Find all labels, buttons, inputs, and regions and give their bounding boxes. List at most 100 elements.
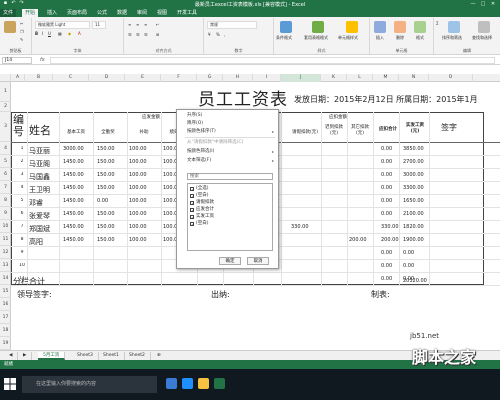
row-header[interactable]: 14 [0,272,11,285]
border-icon[interactable]: ▦ [58,31,62,36]
checkbox-icon[interactable]: ✓ [190,215,194,220]
row-header[interactable]: 5 [0,155,11,168]
tab-home[interactable]: 开始 [22,9,39,17]
edge-browser-icon[interactable] [182,378,193,389]
maximize-button[interactable]: □ [478,0,488,8]
cell-name[interactable]: 马亚丽 [29,146,59,156]
align-bottom-icon[interactable]: ≡ [144,22,147,27]
column-header[interactable]: I [253,74,281,82]
cell-name[interactable]: 高阳 [29,237,59,247]
cell-subsidy[interactable]: 100.00 [129,185,147,191]
filter-ok-button[interactable]: 确定 [219,257,241,265]
tab-review[interactable]: 审阅 [134,9,150,17]
paste-icon[interactable] [4,21,16,33]
format-cells-icon[interactable] [414,21,426,33]
cell-leave-deduct[interactable]: 330.00 [291,224,309,230]
menu-sort-desc[interactable]: 降序(O) [187,120,203,127]
task-view-icon[interactable] [166,378,177,389]
select-all-corner[interactable] [0,74,11,82]
cell-no[interactable]: 8 [17,237,27,242]
row-header[interactable]: 17 [0,311,11,324]
autofilter-dropdown[interactable]: 升序(S) 降序(O) 按颜色排序(T) ▸ 从“请假扣款”中清除筛选(C) 按… [176,109,279,269]
cell-subsidy[interactable]: 100.00 [129,211,147,217]
cell-deduct-total[interactable]: 0.00 [381,276,392,282]
column-header[interactable]: A [11,74,25,82]
cell-no[interactable]: 10 [17,263,27,268]
cell-actual-pay[interactable]: 3000.00 [403,172,424,178]
align-top-icon[interactable]: ≡ [128,22,131,27]
font-name-select[interactable]: 微软雅黑 Light [35,21,90,29]
cell-no[interactable]: 5 [17,198,27,203]
cell-bonus[interactable]: 150.00 [97,172,115,178]
filter-option[interactable]: ✓ 请假扣款 [190,200,214,206]
cell-no[interactable]: 9 [17,250,27,255]
cell-bonus[interactable]: 150.00 [97,146,115,152]
bold-icon[interactable]: B [35,31,38,36]
conditional-format-button[interactable]: 条件格式 [276,35,292,41]
cell-actual-pay[interactable]: 1650.00 [403,198,424,204]
cell-style-button[interactable]: 单元格样式 [338,35,358,41]
menu-text-filter[interactable]: 文本筛选(F) [187,157,211,164]
column-header[interactable]: D [89,74,125,82]
cell-deduct-total[interactable]: 0.00 [381,159,392,165]
cell-base-pay[interactable]: 1450.00 [63,159,84,165]
cell-subsidy[interactable]: 100.00 [129,224,147,230]
cell-actual-pay[interactable]: 3850.00 [403,146,424,152]
menu-clear-filter[interactable]: 从“请假扣款”中清除筛选(C) [187,139,243,146]
column-header[interactable]: L [347,74,373,82]
column-header[interactable]: C [53,74,89,82]
column-header[interactable]: G [197,74,223,82]
cell-actual-pay[interactable]: 1900.00 [403,237,424,243]
align-left-icon[interactable]: ☰ [128,32,132,37]
cell-no[interactable]: 1 [17,146,27,151]
cell-actual-pay[interactable]: 2700.00 [403,159,424,165]
sheet-tab-active[interactable]: 5月工资 [38,352,66,360]
align-right-icon[interactable]: ☰ [144,32,148,37]
copy-icon[interactable]: ❐ [20,29,24,34]
menu-sort-color[interactable]: 按颜色排序(T) [187,128,216,135]
add-sheet-icon[interactable]: ⊕ [152,352,166,360]
tab-developer[interactable]: 开发工具 [174,9,200,17]
delete-button[interactable]: 删除 [396,35,404,41]
cell-base-pay[interactable]: 3000.00 [63,146,84,152]
cell-deduct-total[interactable]: 0.00 [381,185,392,191]
font-color-icon[interactable]: A [78,31,81,36]
cell-deduct-total[interactable]: 0.00 [381,198,392,204]
italic-icon[interactable]: I [42,31,43,36]
column-header[interactable]: N [399,74,429,82]
filter-option[interactable]: ✓ 实发工资 [190,214,214,220]
cell-no[interactable]: 3 [17,172,27,177]
cell-no[interactable]: 4 [17,185,27,190]
currency-icon[interactable]: ¥ [208,32,211,37]
checkbox-icon[interactable]: ✓ [190,208,194,213]
find-select-icon[interactable] [478,21,490,33]
conditional-format-icon[interactable] [280,21,292,33]
cell-bonus[interactable]: 0.00 [97,198,108,204]
row-header[interactable]: 9 [0,207,11,220]
cell-name[interactable]: 邓睿 [29,198,59,208]
formula-input[interactable] [50,57,495,64]
cell-style-icon[interactable] [346,21,358,33]
row-header[interactable]: 16 [0,298,11,311]
cell-no[interactable]: 2 [17,159,27,164]
cell-no[interactable]: 7 [17,224,27,229]
sheet-nav-prev-icon[interactable]: ◀ [4,352,19,360]
format-painter-icon[interactable]: ✎ [20,37,23,42]
row-header[interactable]: 12 [0,246,11,259]
cell-bonus[interactable]: 150.00 [97,224,115,230]
autosum-icon[interactable]: Σ [436,21,439,26]
percent-icon[interactable]: % [216,32,220,37]
row-header[interactable]: 3 [0,112,11,142]
comma-icon[interactable]: , [224,32,225,37]
column-header[interactable]: K [321,74,347,82]
cell-actual-pay[interactable]: 0.00 [403,250,414,256]
cell-subsidy[interactable]: 100.00 [129,237,147,243]
cell-name[interactable]: 马国鑫 [29,172,59,182]
file-explorer-icon[interactable] [198,378,209,389]
windows-start-icon[interactable] [3,377,17,391]
cell-base-pay[interactable]: 1450.00 [63,211,84,217]
close-button[interactable]: ✕ [488,0,498,8]
checkbox-icon[interactable]: ✓ [190,194,194,199]
row-header[interactable]: 4 [0,142,11,155]
column-header[interactable]: M [373,74,399,82]
